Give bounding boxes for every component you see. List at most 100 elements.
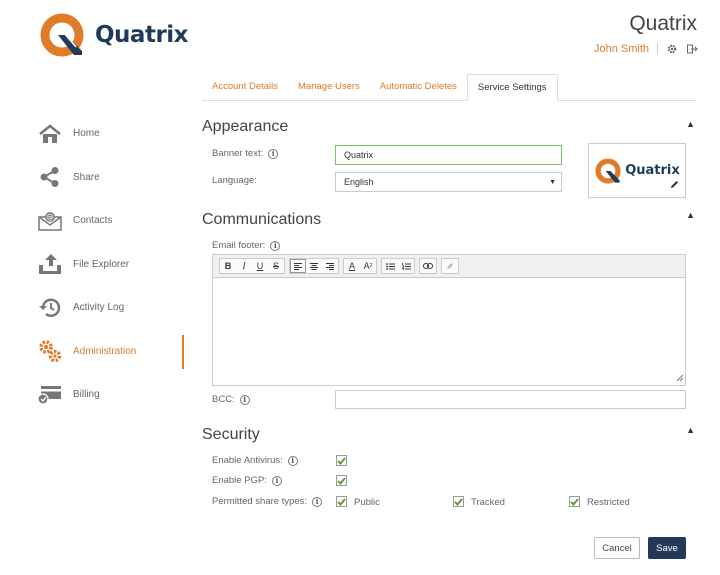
info-icon[interactable]: i bbox=[287, 455, 298, 466]
user-name-link[interactable]: John Smith bbox=[594, 43, 649, 55]
appearance-title: Appearance bbox=[202, 118, 289, 135]
pgp-checkbox[interactable] bbox=[336, 475, 347, 486]
strikethrough-button[interactable]: S bbox=[268, 259, 284, 273]
tab-manage-users[interactable]: Manage Users bbox=[288, 74, 370, 101]
align-group bbox=[289, 258, 339, 274]
info-icon[interactable]: i bbox=[271, 475, 282, 486]
logout-icon[interactable] bbox=[686, 43, 698, 55]
italic-button[interactable]: I bbox=[236, 259, 252, 273]
email-footer-textarea[interactable] bbox=[213, 278, 685, 386]
share-types-label: Permitted share types: i bbox=[212, 496, 323, 507]
bcc-label: BCC: i bbox=[212, 394, 250, 405]
chevron-down-icon: ▼ bbox=[549, 178, 556, 186]
align-right-icon[interactable] bbox=[322, 259, 338, 273]
banner-text-label-text: Banner text: bbox=[212, 148, 264, 159]
share-type-tracked-checkbox[interactable] bbox=[453, 496, 464, 507]
sidebar-item-label: File Explorer bbox=[73, 258, 130, 270]
checkmark-icon bbox=[337, 476, 346, 485]
tab-service-settings[interactable]: Service Settings bbox=[466, 74, 558, 101]
sidebar-item-activity-log[interactable]: Activity Log bbox=[0, 286, 185, 330]
email-footer-label: Email footer: i bbox=[212, 240, 281, 251]
info-icon[interactable]: i bbox=[268, 148, 279, 159]
share-type-restricted-checkbox[interactable] bbox=[569, 496, 580, 507]
info-icon[interactable]: i bbox=[270, 240, 281, 251]
banner-text-value: Quatrix bbox=[344, 150, 374, 160]
sidebar-item-administration[interactable]: Administration bbox=[0, 330, 185, 374]
communications-title: Communications bbox=[202, 211, 322, 228]
svg-text:@: @ bbox=[47, 213, 54, 221]
share-type-public-checkbox[interactable] bbox=[336, 496, 347, 507]
eraser-icon[interactable] bbox=[442, 259, 458, 273]
superscript-button[interactable]: A2 bbox=[360, 259, 376, 273]
font-group: A A2 bbox=[343, 258, 377, 274]
font-color-button[interactable]: A bbox=[344, 259, 360, 273]
pgp-label-text: Enable PGP: bbox=[212, 475, 267, 486]
sidebar-item-home[interactable]: Home bbox=[0, 112, 185, 156]
divider bbox=[657, 43, 658, 55]
underline-button[interactable]: U bbox=[252, 259, 268, 273]
quatrix-logo-icon bbox=[40, 13, 84, 57]
share-icon bbox=[38, 166, 62, 188]
history-icon bbox=[38, 297, 62, 319]
sidebar-item-label: Administration bbox=[73, 345, 137, 357]
share-types-label-text: Permitted share types: bbox=[212, 496, 308, 507]
share-type-tracked-label: Tracked bbox=[471, 497, 505, 508]
collapse-communications-arrow-icon[interactable]: ▲ bbox=[686, 210, 695, 220]
quatrix-logo-icon bbox=[595, 157, 621, 184]
bullet-list-icon[interactable] bbox=[382, 259, 398, 273]
tab-automatic-deletes[interactable]: Automatic Deletes bbox=[370, 74, 467, 101]
antivirus-checkbox[interactable] bbox=[336, 455, 347, 466]
tab-account-details[interactable]: Account Details bbox=[202, 74, 288, 101]
editor-toolbar: B I U S A A2 bbox=[213, 255, 685, 278]
link-group bbox=[419, 258, 437, 274]
numbered-list-icon[interactable] bbox=[398, 259, 414, 273]
email-footer-label-text: Email footer: bbox=[212, 240, 266, 251]
checkmark-icon bbox=[337, 456, 346, 465]
collapse-security-arrow-icon[interactable]: ▲ bbox=[686, 425, 695, 435]
link-icon[interactable] bbox=[420, 259, 436, 273]
sidebar: Home Share @ Contacts File Explorer Acti… bbox=[0, 112, 185, 417]
sidebar-item-contacts[interactable]: @ Contacts bbox=[0, 199, 185, 243]
banner-text-label: Banner text: i bbox=[212, 148, 279, 159]
antivirus-label: Enable Antivirus: i bbox=[212, 455, 298, 466]
brand-title: Quatrix bbox=[629, 12, 697, 35]
sidebar-item-label: Share bbox=[73, 171, 100, 183]
sidebar-item-file-explorer[interactable]: File Explorer bbox=[0, 243, 185, 287]
email-footer-editor: B I U S A A2 bbox=[212, 254, 686, 386]
align-left-icon[interactable] bbox=[290, 259, 306, 273]
bcc-label-text: BCC: bbox=[212, 394, 235, 405]
checkmark-icon bbox=[337, 497, 346, 506]
sidebar-item-label: Home bbox=[73, 128, 100, 140]
billing-icon bbox=[38, 384, 62, 406]
superscript-mark: 2 bbox=[369, 263, 373, 269]
sidebar-item-label: Contacts bbox=[73, 215, 113, 227]
align-center-icon[interactable] bbox=[306, 259, 322, 273]
share-type-restricted-label: Restricted bbox=[587, 497, 630, 508]
list-group bbox=[381, 258, 415, 274]
info-icon[interactable]: i bbox=[312, 496, 323, 507]
bold-button[interactable]: B bbox=[220, 259, 236, 273]
banner-preview-text: Quatrix bbox=[625, 163, 680, 178]
sidebar-item-label: Billing bbox=[73, 389, 100, 401]
gear-icon[interactable] bbox=[666, 43, 678, 55]
info-icon[interactable]: i bbox=[239, 394, 250, 405]
share-type-public-label: Public bbox=[354, 497, 380, 508]
language-select[interactable]: English ▼ bbox=[335, 172, 562, 192]
quatrix-logo[interactable]: Quatrix bbox=[38, 11, 189, 59]
home-icon bbox=[38, 123, 62, 145]
save-button[interactable]: Save bbox=[648, 537, 686, 559]
collapse-appearance-arrow-icon[interactable]: ▲ bbox=[686, 119, 695, 129]
banner-text-input[interactable]: Quatrix bbox=[335, 145, 562, 165]
sidebar-item-share[interactable]: Share bbox=[0, 156, 185, 200]
gears-icon bbox=[38, 340, 62, 363]
bcc-input[interactable] bbox=[335, 390, 686, 409]
logo-text: Quatrix bbox=[95, 22, 189, 48]
cancel-button[interactable]: Cancel bbox=[594, 537, 640, 559]
language-value: English bbox=[344, 177, 374, 187]
sidebar-item-billing[interactable]: Billing bbox=[0, 373, 185, 417]
banner-preview: Quatrix bbox=[588, 143, 686, 198]
pencil-icon[interactable] bbox=[670, 180, 679, 192]
language-label: Language: bbox=[212, 175, 257, 186]
resize-handle-icon[interactable] bbox=[676, 373, 684, 384]
contacts-icon: @ bbox=[38, 210, 62, 232]
